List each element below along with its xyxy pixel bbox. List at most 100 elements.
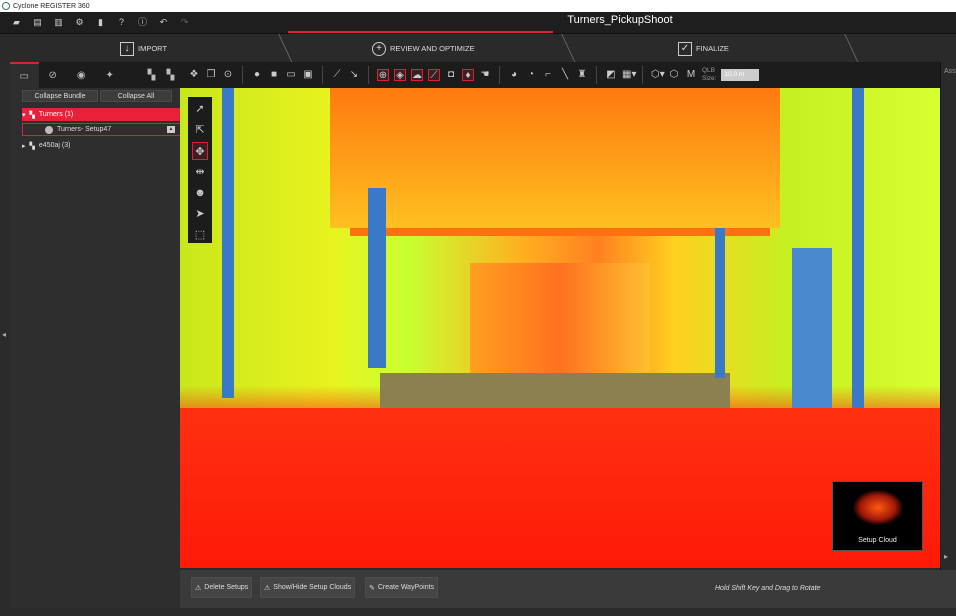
expand-arrow-icon[interactable]: ▸ [22,142,26,150]
button-label: Delete Setups [204,584,249,591]
tab-assets[interactable]: ✦ [96,62,125,88]
left-panel-tabs: ▭ ⊘ ◉ ✦ ▚ ▚ [10,62,180,88]
expand-arrow-icon[interactable]: ▾ [22,111,26,119]
step-label: FINALIZE [696,44,729,53]
measure-icon[interactable]: ⟋ [331,69,343,81]
tab-bundles[interactable]: ▭ [10,62,39,88]
finalize-icon: ✓ [678,41,692,56]
bundle-alt-icon: ▚ [166,69,175,81]
zoom-extents-icon[interactable]: ⊙ [222,69,234,81]
help-icon[interactable]: ? [117,18,126,27]
back-wall [470,263,650,373]
tree-item-turners[interactable]: ▾ ▚ Turners (1) [22,108,182,121]
orbit-icon[interactable]: ✥ [192,142,208,160]
multi-select-icon[interactable]: ⇱ [192,121,208,139]
bundle-icon: ▚ [29,142,35,150]
ruler-icon[interactable]: ⟋ [428,69,440,81]
show-hide-setup-clouds-button[interactable]: ⚠ Show/Hide Setup Clouds [260,577,356,598]
preview-cloud [853,490,903,525]
bundle-icon: ▚ [29,111,35,119]
cube-view-icon[interactable]: ⬚ [192,226,208,244]
target-icon[interactable]: ⊕ [377,69,389,81]
cloud-toggle-icon: ⚠ [264,584,271,592]
delete-setups-button[interactable]: ⚠ Delete Setups [191,577,253,598]
tab-links[interactable]: ⊘ [39,62,68,88]
tree-item-label: e450aj (3) [38,142,71,149]
box-m-icon[interactable]: M [685,69,697,81]
tag-icon[interactable]: ◈ [394,69,406,81]
redo-icon[interactable]: ↷ [180,18,189,27]
tree-item-label: Turners- Setup47 [57,126,112,133]
menu-bar: ▰ ▤ ▥ ⚙ ▮ ? ⓘ ↶ ↷ [0,12,956,33]
select-arrow-icon[interactable]: ➚ [192,100,208,118]
collapse-left-panel-icon[interactable]: ◂ [2,330,6,339]
image-icon[interactable]: ▲ [167,126,175,133]
open-folder-icon[interactable]: ▰ [12,18,21,27]
globe-icon: ◉ [76,69,86,81]
import-icon: ↓ [120,41,134,56]
hand-icon[interactable]: ☚ [479,69,491,81]
right-panel-collapsed[interactable]: Ass ▸ [940,62,956,608]
button-label: Create WayPoints [377,584,435,591]
app-title: Cyclone REGISTER 360 [13,2,90,10]
bundle-view-button[interactable]: ▚ [142,62,161,88]
step-review-and-optimize[interactable]: + REVIEW AND OPTIMIZE [372,34,475,63]
fit-width-icon[interactable]: ⇹ [192,163,208,181]
frame-icon[interactable]: ▭ [285,69,297,81]
undo-icon[interactable]: ↶ [159,18,168,27]
left-panel: Collapse Bundle Collapse All ▾ ▚ Turners (… [10,88,182,608]
collapse-all-button[interactable]: Collapse All [100,90,172,102]
database-icon[interactable]: ▮ [96,18,105,27]
collapse-bundle-button[interactable]: Collapse Bundle [22,90,98,102]
workflow-bar: ↓ IMPORT + REVIEW AND OPTIMIZE ✓ FINALIZE [0,33,956,63]
waypoint-icon: ✎ [369,584,375,592]
box-view-dropdown[interactable]: ⬡▾ [651,69,665,81]
select-setup-icon[interactable]: ● [251,69,263,81]
pin-icon[interactable]: ♦ [462,69,474,81]
info-icon[interactable]: ⓘ [138,18,147,27]
step-divider [548,34,576,63]
station-icon[interactable]: ♜ [576,69,588,81]
layers-icon[interactable]: ❐ [205,69,217,81]
tree-item-label: Turners (1) [38,111,74,118]
tree-item-e450aj[interactable]: ▸ ▚ e450aj (3) [22,139,182,152]
export-icon[interactable]: ▥ [54,18,63,27]
floor [180,408,940,568]
qlb-size-input[interactable]: 10.0 m [721,69,760,81]
tab-globe[interactable]: ◉ [67,62,96,88]
line-icon[interactable]: ╲ [559,69,571,81]
bottom-action-bar: ⚠ Delete Setups ⚠ Show/Hide Setup Clouds ✎… [180,570,956,608]
fly-icon[interactable]: ➤ [192,205,208,223]
pick-icon[interactable]: ↘ [348,69,360,81]
truss [350,228,770,236]
create-waypoints-button[interactable]: ✎ Create WayPoints [365,577,439,598]
head-icon[interactable]: ◔ [525,69,537,81]
title-bar: Cyclone REGISTER 360 [0,0,956,12]
image-view-icon[interactable]: ▣ [302,69,314,81]
camera-icon[interactable]: ◘ [445,69,457,81]
setup-icon [45,125,53,134]
navigation-hint: Hold Shift Key and Drag to Rotate [715,585,821,592]
qlb-size-label: QLB Size: [702,67,717,82]
step-label: REVIEW AND OPTIMIZE [390,44,475,53]
box-clip-icon[interactable]: ⬡ [668,69,680,81]
globe-icon[interactable]: ◕ [508,69,520,81]
button-label: Show/Hide Setup Clouds [273,584,352,591]
bundle-view-alt-button[interactable]: ▚ [161,62,180,88]
colormap-icon[interactable]: ◩ [605,69,617,81]
axes-icon[interactable]: ⌐ [542,69,554,81]
assets-icon: ✦ [105,69,114,81]
render-mode-dropdown[interactable]: ▦▾ [622,69,636,81]
tree-item-setup[interactable]: Turners- Setup47 ▲ [22,123,182,136]
step-finalize[interactable]: ✓ FINALIZE [678,34,729,63]
gear-icon[interactable]: ⚙ [75,18,84,27]
cloud-icon[interactable]: ☁ [411,69,423,81]
open-project-icon[interactable]: ▤ [33,18,42,27]
cube-icon[interactable]: ❖ [188,69,200,81]
expand-right-icon[interactable]: ▸ [944,552,948,561]
walk-icon[interactable]: ☻ [192,184,208,202]
setup-cloud-preview[interactable]: Setup Cloud [832,481,923,551]
box-icon[interactable]: ■ [268,69,280,81]
point-cloud-viewport[interactable] [180,88,940,568]
step-import[interactable]: ↓ IMPORT [120,34,167,63]
